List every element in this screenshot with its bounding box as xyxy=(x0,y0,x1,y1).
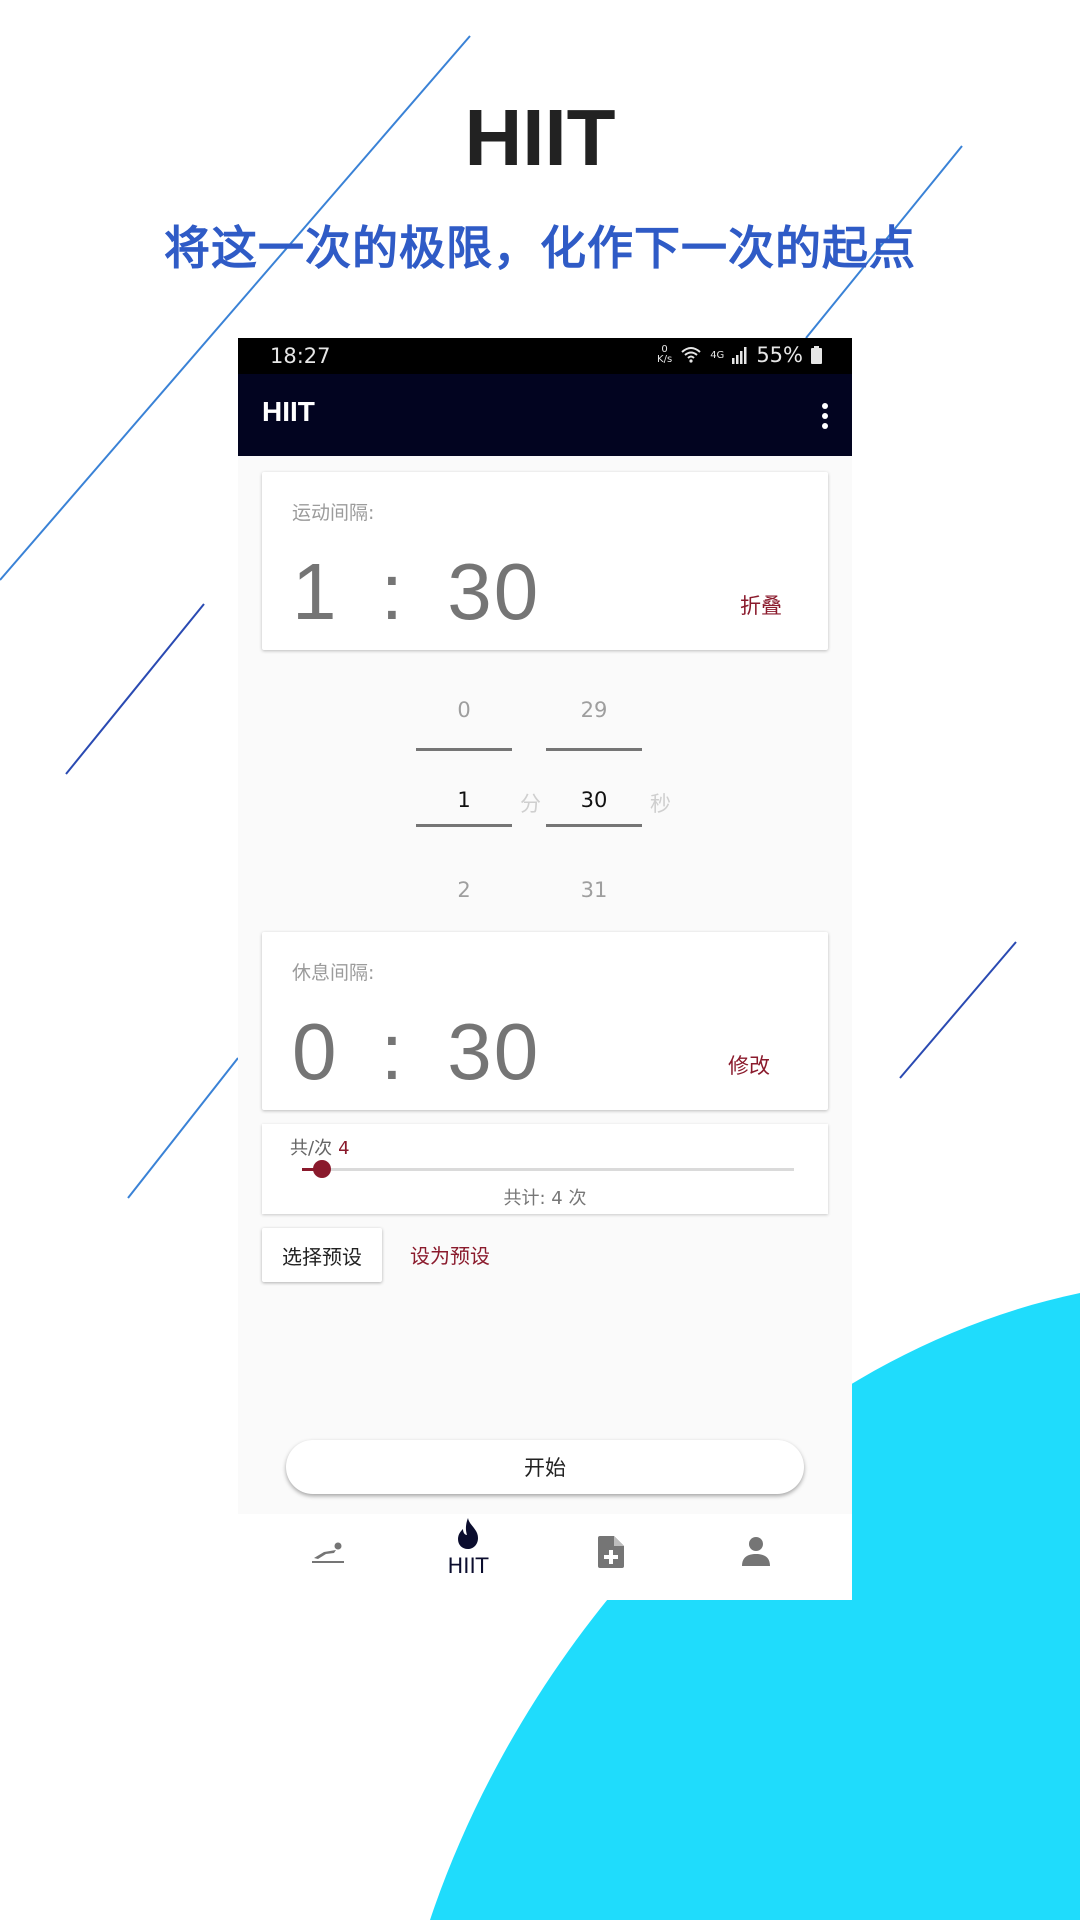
battery-level: 55% xyxy=(756,343,803,367)
rounds-card: 共/次 4 共计: 4 次 xyxy=(262,1124,828,1214)
rest-minutes: 0 xyxy=(292,1007,339,1096)
save-preset-button[interactable]: 设为预设 xyxy=(410,1240,490,1269)
diagonal-line xyxy=(899,941,1017,1079)
status-icons: 0 K/s 4G 55% xyxy=(657,343,822,367)
network-type: 4G xyxy=(710,349,725,361)
exercise-seconds: 30 xyxy=(447,547,541,636)
exercise-minutes: 1 xyxy=(292,547,339,636)
hero-subtitle: 将这一次的极限，化作下一次的起点 xyxy=(164,221,916,275)
diagonal-line xyxy=(65,603,205,775)
rest-interval-card: 休息间隔: 0 : 30 修改 xyxy=(262,932,828,1110)
app-bar: HIIT xyxy=(238,374,852,456)
fire-icon xyxy=(458,1518,478,1549)
nav-label-hiit: HIIT xyxy=(447,1554,489,1578)
hero-title: HIIT xyxy=(464,93,616,182)
exercise-interval-label: 运动间隔: xyxy=(292,502,375,524)
nav-item-hiit[interactable]: HIIT xyxy=(398,1514,538,1600)
second-selected: 30 xyxy=(580,788,608,812)
wifi-icon xyxy=(681,347,701,363)
time-separator: : xyxy=(380,547,405,636)
exercise-interval-value: 1 : 30 xyxy=(292,546,540,638)
status-time: 18:27 xyxy=(270,344,331,368)
battery-icon xyxy=(811,346,822,364)
nav-item-add-record[interactable] xyxy=(542,1514,682,1600)
rest-interval-label: 休息间隔: xyxy=(292,962,375,984)
interval-picker: 0 1 2 分 29 30 31 秒 xyxy=(238,670,852,940)
start-button[interactable]: 开始 xyxy=(286,1440,804,1494)
second-unit: 秒 xyxy=(650,792,671,816)
nav-item-profile[interactable] xyxy=(686,1514,826,1600)
picker-divider xyxy=(546,748,642,751)
net-speed: 0 K/s xyxy=(657,344,673,365)
diagonal-line xyxy=(127,1057,239,1199)
collapse-button[interactable]: 折叠 xyxy=(740,590,782,620)
rounds-total: 共计: 4 次 xyxy=(503,1188,587,1209)
rounds-slider-thumb[interactable] xyxy=(312,1160,331,1178)
edit-button[interactable]: 修改 xyxy=(728,1050,770,1080)
app-bar-title: HIIT xyxy=(262,396,315,427)
second-prev: 29 xyxy=(580,698,608,722)
signal-icon xyxy=(732,347,747,364)
more-vert-icon[interactable] xyxy=(820,402,830,430)
nav-item-workout[interactable] xyxy=(254,1514,394,1600)
bottom-navigation: HIIT xyxy=(238,1514,852,1600)
time-separator: : xyxy=(380,1007,405,1096)
picker-divider xyxy=(546,824,642,827)
second-wheel[interactable]: 29 30 31 xyxy=(546,670,642,940)
add-document-icon xyxy=(598,1536,624,1568)
rest-interval-value: 0 : 30 xyxy=(292,1006,540,1098)
minute-wheel[interactable]: 0 1 2 xyxy=(416,670,512,940)
picker-divider xyxy=(416,748,512,751)
second-next: 31 xyxy=(580,878,608,902)
minute-selected: 1 xyxy=(457,788,471,812)
rest-seconds: 30 xyxy=(447,1007,541,1096)
phone-screenshot: 18:27 0 K/s 4G 55% HIIT 运动间隔: 1: 30 折叠 … xyxy=(238,338,852,1600)
choose-preset-button[interactable]: 选择预设 xyxy=(262,1228,382,1282)
minute-prev: 0 xyxy=(457,698,471,722)
rounds-label: 共/次 4 xyxy=(290,1138,350,1159)
minute-unit: 分 xyxy=(520,792,541,816)
exercise-interval-card: 运动间隔: 1 : 30 折叠 xyxy=(262,472,828,650)
workout-icon xyxy=(312,1542,344,1563)
rounds-slider-track[interactable] xyxy=(302,1168,794,1171)
person-icon xyxy=(742,1537,770,1566)
status-bar: 18:27 0 K/s 4G 55% xyxy=(238,338,852,374)
rounds-count: 4 xyxy=(338,1138,350,1159)
minute-next: 2 xyxy=(457,878,471,902)
picker-divider xyxy=(416,824,512,827)
